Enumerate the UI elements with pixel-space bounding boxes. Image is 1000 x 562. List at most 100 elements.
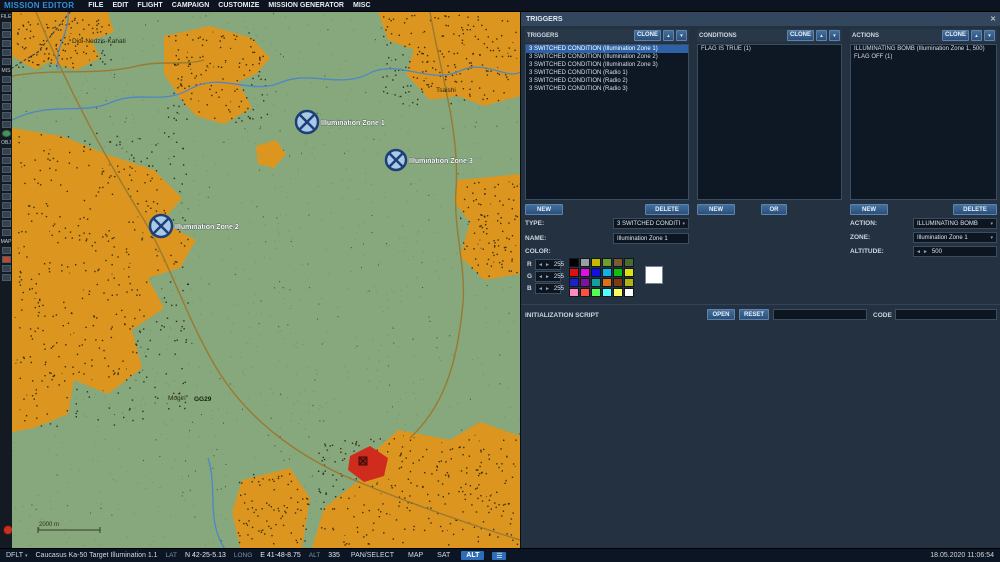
new-action-button[interactable]: NEW	[850, 204, 888, 215]
move-condition-up-button[interactable]: ▲	[816, 30, 827, 41]
green-spinner[interactable]: ◄ ► 255	[535, 271, 564, 282]
palette-swatch[interactable]	[602, 288, 612, 297]
palette-swatch[interactable]	[602, 268, 612, 277]
name-input[interactable]: Illumination Zone 1	[613, 233, 689, 244]
palette-swatch[interactable]	[591, 268, 601, 277]
map[interactable]: Didi-Nedzis-Kahati Tsaishi Mogiri GG29 I…	[11, 11, 521, 549]
move-trigger-up-button[interactable]: ▲	[663, 30, 674, 41]
close-icon[interactable]: ✕	[990, 15, 996, 23]
altitude-spinner[interactable]: ◄ ► 500	[913, 246, 997, 257]
measure-icon[interactable]	[1, 247, 11, 254]
palette-swatch[interactable]	[569, 288, 579, 297]
summary-icon[interactable]	[1, 121, 11, 128]
trigger-zone-icon[interactable]	[1, 202, 11, 209]
goals-icon[interactable]	[1, 112, 11, 119]
menu-icon[interactable]: ☰	[492, 551, 507, 560]
clone-condition-button[interactable]: CLONE	[787, 30, 814, 41]
pan-select-toggle[interactable]: PAN/SELECT	[348, 552, 397, 559]
map-layers-icon[interactable]	[1, 265, 11, 272]
aircraft-icon[interactable]	[1, 148, 11, 155]
palette-swatch[interactable]	[591, 288, 601, 297]
decrement-icon[interactable]: ◄	[538, 286, 543, 292]
menu-item[interactable]: FILE	[88, 2, 103, 9]
palette-swatch[interactable]	[613, 268, 623, 277]
decrement-icon[interactable]: ◄	[538, 274, 543, 280]
palette-swatch[interactable]	[624, 278, 634, 287]
palette-swatch[interactable]	[613, 288, 623, 297]
trigger-item[interactable]: 3 SWITCHED CONDITION (Illumination Zone …	[526, 45, 688, 53]
palette-swatch[interactable]	[624, 268, 634, 277]
save-as-icon[interactable]	[1, 49, 11, 56]
menu-item[interactable]: MISSION GENERATOR	[268, 2, 344, 9]
palette-swatch[interactable]	[580, 278, 590, 287]
reset-script-button[interactable]: RESET	[739, 309, 769, 320]
blue-spinner[interactable]: ◄ ► 255	[535, 283, 564, 294]
trigger-item[interactable]: 3 SWITCHED CONDITION (Illumination Zone …	[526, 61, 688, 69]
move-action-up-button[interactable]: ▲	[971, 30, 982, 41]
sat-layer-toggle[interactable]: SAT	[434, 552, 453, 559]
zone-dropdown[interactable]: Illumination Zone 1 ▾	[913, 232, 997, 243]
increment-icon[interactable]: ►	[545, 262, 550, 268]
trigger-item[interactable]: 3 SWITCHED CONDITION (Radio 3)	[526, 85, 688, 93]
grid-icon[interactable]	[1, 274, 11, 281]
open-script-button[interactable]: OPEN	[707, 309, 735, 320]
menu-item[interactable]: FLIGHT	[137, 2, 162, 9]
palette-swatch[interactable]	[613, 278, 623, 287]
palette-swatch[interactable]	[602, 278, 612, 287]
trigger-item[interactable]: 3 SWITCHED CONDITION (Radio 1)	[526, 69, 688, 77]
palette-swatch[interactable]	[580, 258, 590, 267]
new-mission-icon[interactable]	[1, 22, 11, 29]
failures-icon[interactable]	[1, 103, 11, 110]
save-mission-icon[interactable]	[1, 40, 11, 47]
options-icon[interactable]	[1, 94, 11, 101]
move-condition-down-button[interactable]: ▼	[829, 30, 840, 41]
action-item[interactable]: FLAG OFF (1)	[851, 53, 996, 61]
palette-swatch[interactable]	[602, 258, 612, 267]
open-mission-icon[interactable]	[1, 31, 11, 38]
new-trigger-button[interactable]: NEW	[525, 204, 563, 215]
move-action-down-button[interactable]: ▼	[984, 30, 995, 41]
delete-action-button[interactable]: DELETE	[953, 204, 997, 215]
increment-icon[interactable]: ►	[545, 274, 550, 280]
palette-swatch[interactable]	[580, 268, 590, 277]
airbase-icon[interactable]	[1, 193, 11, 200]
code-input[interactable]	[895, 309, 997, 320]
conditions-list[interactable]: FLAG IS TRUE (1)	[697, 44, 842, 200]
increment-icon[interactable]: ►	[923, 249, 928, 255]
palette-swatch[interactable]	[624, 258, 634, 267]
palette-swatch[interactable]	[613, 258, 623, 267]
action-item[interactable]: ILLUMINATING BOMB (Illumination Zone 1, …	[851, 45, 996, 53]
static-object-icon[interactable]	[1, 184, 11, 191]
palette-swatch[interactable]	[580, 288, 590, 297]
helicopter-icon[interactable]	[1, 157, 11, 164]
palette-swatch[interactable]	[624, 288, 634, 297]
increment-icon[interactable]: ►	[545, 286, 550, 292]
or-condition-button[interactable]: OR	[761, 204, 787, 215]
script-file-input[interactable]	[773, 309, 867, 320]
vehicle-icon[interactable]	[1, 175, 11, 182]
palette-swatch[interactable]	[569, 268, 579, 277]
palette-swatch[interactable]	[591, 258, 601, 267]
clone-action-button[interactable]: CLONE	[942, 30, 969, 41]
erase-icon[interactable]	[1, 256, 11, 263]
map-layer-toggle[interactable]: MAP	[405, 552, 426, 559]
red-spinner[interactable]: ◄ ► 255	[535, 259, 564, 270]
rules-icon[interactable]	[1, 85, 11, 92]
decrement-icon[interactable]: ◄	[538, 262, 543, 268]
type-dropdown[interactable]: 3 SWITCHED CONDITION ▾	[613, 218, 689, 229]
template-icon[interactable]	[1, 211, 11, 218]
new-condition-button[interactable]: NEW	[697, 204, 735, 215]
move-trigger-down-button[interactable]: ▼	[676, 30, 687, 41]
triggers-list[interactable]: 3 SWITCHED CONDITION (Illumination Zone …	[525, 44, 689, 200]
farp-icon[interactable]	[1, 220, 11, 227]
coord-mode-toggle[interactable]: DFLT ▾	[6, 552, 28, 559]
palette-swatch[interactable]	[569, 258, 579, 267]
ship-icon[interactable]	[1, 166, 11, 173]
menu-item[interactable]: CUSTOMIZE	[218, 2, 259, 9]
menu-item[interactable]: CAMPAIGN	[172, 2, 210, 9]
warehouse-icon[interactable]	[1, 229, 11, 236]
menu-item[interactable]: EDIT	[112, 2, 128, 9]
action-dropdown[interactable]: ILLUMINATING BOMB ▾	[913, 218, 997, 229]
destroyed-unit-marker[interactable]	[358, 456, 368, 466]
palette-swatch[interactable]	[569, 278, 579, 287]
